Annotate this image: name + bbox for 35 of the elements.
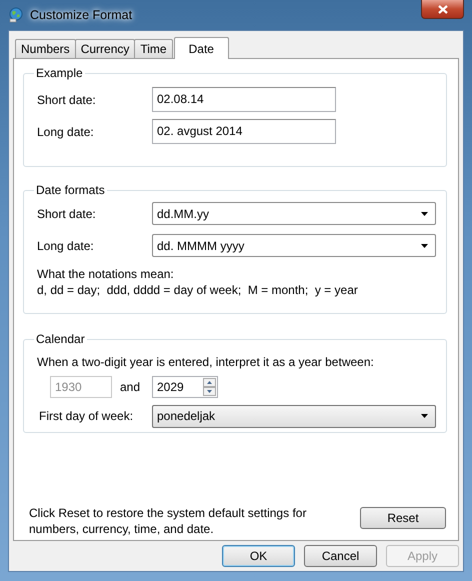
spin-up-icon[interactable] bbox=[203, 378, 216, 387]
notation-text: d, dd = day; ddd, dddd = day of week; M = month; y = year bbox=[37, 282, 359, 298]
dialog-button[interactable]: Cancel bbox=[304, 545, 377, 567]
field-label: First day of week: bbox=[39, 409, 134, 423]
format-dropdown[interactable]: dd. MMMM yyyy bbox=[152, 234, 436, 257]
format-dropdown[interactable]: dd.MM.yy bbox=[152, 202, 436, 225]
field-label: Short date: bbox=[37, 206, 97, 220]
field-label: Long date: bbox=[37, 238, 95, 252]
notation-heading: What the notations mean: bbox=[37, 266, 175, 282]
globe-icon bbox=[8, 7, 24, 23]
reset-description: Click Reset to restore the system default settings for numbers, currency, time, and date. bbox=[29, 505, 308, 537]
end-year-spinner[interactable]: 2029 bbox=[152, 376, 218, 398]
field-label: Long date: bbox=[37, 124, 95, 138]
close-button[interactable] bbox=[421, 0, 464, 19]
dropdown-arrow-icon bbox=[421, 244, 428, 248]
dropdown-arrow-icon bbox=[421, 414, 428, 418]
tab[interactable]: Currency bbox=[74, 39, 136, 58]
first-day-dropdown[interactable]: ponedeljak bbox=[152, 404, 436, 428]
dialog-button[interactable]: OK bbox=[222, 545, 295, 567]
reset-button[interactable]: Reset bbox=[360, 507, 446, 529]
dropdown-arrow-icon bbox=[421, 212, 428, 216]
field-label: Short date: bbox=[37, 92, 97, 106]
tab[interactable]: Time bbox=[134, 39, 173, 58]
and-label: and bbox=[119, 380, 142, 394]
close-icon bbox=[438, 4, 448, 14]
tab[interactable]: Date bbox=[174, 37, 229, 59]
group-title: Example bbox=[35, 66, 84, 80]
spin-down-icon[interactable] bbox=[203, 387, 216, 396]
group-title: Calendar bbox=[35, 332, 86, 346]
group-title: Date formats bbox=[35, 183, 106, 197]
example-field[interactable]: 02.08.14 bbox=[152, 87, 336, 112]
year-range-label: When a two-digit year is entered, interpret it as a year between: bbox=[37, 354, 375, 370]
tab[interactable]: Numbers bbox=[15, 39, 76, 58]
example-field[interactable]: 02. avgust 2014 bbox=[152, 119, 336, 144]
window-title: Customize Format bbox=[30, 8, 132, 22]
